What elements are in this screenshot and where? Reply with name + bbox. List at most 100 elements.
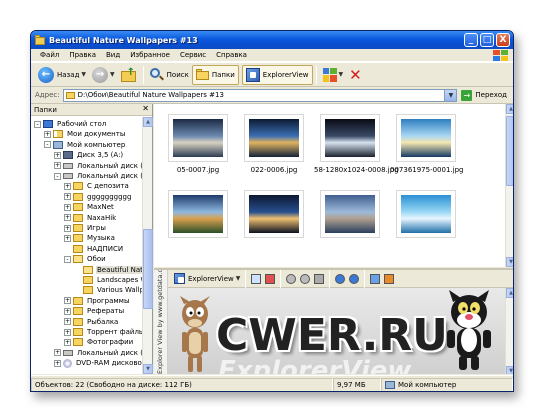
explorerview-preview-pane: Explorer View by www.getdata.com Explore…: [154, 268, 513, 374]
go-button[interactable]: → Переход: [457, 89, 513, 101]
expand-icon[interactable]: +: [54, 359, 61, 367]
expand-icon[interactable]: +: [64, 193, 71, 201]
expand-icon[interactable]: +: [44, 130, 51, 138]
explorerview-button[interactable]: ExplorerView: [241, 64, 313, 85]
folders-scrollbar[interactable]: ▲ ▼: [142, 117, 153, 374]
dock-icon[interactable]: [370, 273, 381, 284]
tree-item[interactable]: Various Wallpaper: [74, 285, 143, 295]
expand-icon[interactable]: +: [64, 214, 71, 222]
back-button[interactable]: ← Назад ▼: [35, 65, 89, 85]
minimize-button[interactable]: _: [464, 33, 478, 47]
tree-item[interactable]: Beautiful Nature Wa: [74, 265, 143, 275]
tree-item[interactable]: + Рефераты: [64, 306, 125, 316]
tree-item[interactable]: + Рыбалка: [64, 317, 119, 327]
close-icon[interactable]: ✕: [142, 104, 149, 113]
file-thumbnail[interactable]: 05-0007.jpg: [162, 114, 234, 174]
help-icon[interactable]: [349, 273, 360, 284]
expand-icon[interactable]: +: [64, 203, 71, 211]
tree-item[interactable]: + Мои документы: [44, 129, 126, 139]
info-icon[interactable]: [335, 273, 346, 284]
my-computer-icon: [385, 380, 395, 389]
expand-icon[interactable]: +: [64, 318, 71, 326]
scroll-down-icon[interactable]: ▼: [143, 364, 153, 374]
expand-icon[interactable]: +: [64, 224, 71, 232]
delete-button[interactable]: ✕: [346, 65, 365, 85]
tree-item[interactable]: Landscapes Wallp: [74, 275, 143, 285]
tree-item[interactable]: + Музыка: [64, 233, 116, 243]
menu-file[interactable]: Файл: [35, 51, 64, 59]
expand-icon[interactable]: +: [54, 162, 61, 170]
tree-item[interactable]: + Диск 3,5 (A:): [54, 150, 124, 160]
collapse-icon[interactable]: -: [44, 141, 51, 149]
expand-icon[interactable]: +: [64, 307, 71, 315]
tree-item[interactable]: + Локальный диск (E:): [54, 348, 143, 358]
tree-item[interactable]: - Мой компьютер: [44, 140, 126, 150]
scroll-up-icon[interactable]: ▲: [506, 288, 513, 298]
menu-help[interactable]: Справка: [211, 51, 252, 59]
tree-item[interactable]: - Рабочий стол: [34, 119, 107, 129]
file-thumbnail[interactable]: 022-0006.jpg: [238, 114, 310, 174]
scroll-thumb[interactable]: [506, 116, 513, 186]
preview-scrollbar[interactable]: ▲ ▼: [505, 288, 513, 374]
maximize-button[interactable]: □: [480, 33, 494, 47]
scroll-up-icon[interactable]: ▲: [143, 117, 153, 127]
scroll-down-icon[interactable]: ▼: [506, 257, 513, 267]
collapse-icon[interactable]: -: [64, 255, 71, 263]
menu-edit[interactable]: Правка: [64, 51, 101, 59]
close-button[interactable]: X: [496, 33, 510, 47]
file-thumbnail[interactable]: [238, 190, 310, 242]
file-thumbnail[interactable]: 007361975-0001.jpg: [390, 114, 463, 174]
title-bar[interactable]: Beautiful Nature Wallpapers #13 _ □ X: [31, 31, 513, 49]
rotate-left-icon[interactable]: [286, 273, 297, 284]
forward-button[interactable]: → ▼: [89, 65, 118, 85]
folders-button[interactable]: Папки: [191, 64, 239, 85]
close-preview-icon[interactable]: [384, 273, 395, 284]
tree-item[interactable]: + gggggggggg: [64, 192, 132, 202]
chevron-down-icon[interactable]: ▼: [81, 71, 86, 78]
expand-icon[interactable]: +: [64, 328, 71, 336]
expand-icon[interactable]: +: [64, 182, 71, 190]
scroll-up-icon[interactable]: ▲: [506, 104, 513, 114]
tree-item[interactable]: + Игры: [64, 223, 107, 233]
tree-item[interactable]: + С депозита: [64, 181, 130, 191]
scroll-down-icon[interactable]: ▼: [506, 366, 513, 374]
expand-icon[interactable]: +: [64, 234, 71, 242]
expand-icon[interactable]: +: [54, 349, 61, 357]
explorerview-menu-button[interactable]: ExplorerView ▼: [172, 273, 242, 284]
tree-item[interactable]: - Локальный диск (D:): [54, 171, 143, 181]
chevron-down-icon[interactable]: ▼: [339, 71, 344, 78]
slideshow-icon[interactable]: [251, 273, 262, 284]
file-thumbnail[interactable]: [162, 190, 234, 242]
tree-item[interactable]: + Фотографии: [64, 337, 134, 347]
collapse-icon[interactable]: -: [34, 120, 41, 128]
chevron-down-icon[interactable]: ▼: [110, 71, 115, 78]
file-thumbnail[interactable]: [390, 190, 462, 242]
collapse-icon[interactable]: -: [54, 172, 61, 180]
tree-item[interactable]: + NaxaHik: [64, 213, 117, 223]
tree-item[interactable]: + Локальный диск (C:): [54, 161, 143, 171]
users-icon[interactable]: [314, 273, 325, 284]
tree-item[interactable]: + Торрент файлы: [64, 327, 143, 337]
address-input[interactable]: D:\Обои\Beautiful Nature Wallpapers #13 …: [62, 88, 458, 102]
tree-item[interactable]: - Обои: [64, 254, 107, 264]
expand-icon[interactable]: +: [54, 151, 61, 159]
chevron-down-icon[interactable]: ▼: [444, 89, 457, 101]
file-thumbnail[interactable]: 58-1280x1024-0008.jpg: [314, 114, 399, 174]
up-folder-button[interactable]: ↑: [118, 65, 140, 85]
tree-item[interactable]: + Программы: [64, 296, 131, 306]
menu-favorites[interactable]: Избранное: [125, 51, 175, 59]
rotate-right-icon[interactable]: [300, 273, 311, 284]
tree-item[interactable]: + MaxNet: [64, 202, 115, 212]
expand-icon[interactable]: +: [64, 297, 71, 305]
scroll-thumb[interactable]: [143, 229, 153, 309]
menu-view[interactable]: Вид: [101, 51, 125, 59]
tree-item[interactable]: + DVD-RAM дисковод (F:): [54, 358, 143, 368]
views-button[interactable]: ▼: [320, 65, 347, 85]
properties-icon[interactable]: [265, 273, 276, 284]
tree-item[interactable]: НАДПИСИ: [64, 244, 124, 254]
files-scrollbar[interactable]: ▲ ▼: [505, 104, 513, 267]
menu-tools[interactable]: Сервис: [175, 51, 211, 59]
search-button[interactable]: Поиск: [147, 65, 192, 85]
expand-icon[interactable]: +: [64, 338, 71, 346]
file-thumbnail[interactable]: [314, 190, 386, 242]
